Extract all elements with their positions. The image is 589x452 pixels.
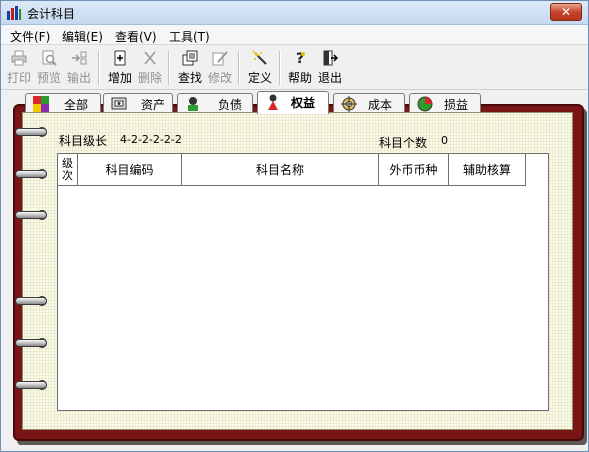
toolbar: 打印 预览 输出 增加 删除 查找 修改 定义 ? 帮助 退出 (1, 46, 588, 90)
print-label: 打印 (6, 71, 31, 85)
tab-all-label: 全部 (64, 98, 89, 112)
column-header-currency[interactable]: 外币币种 (379, 154, 449, 185)
toolbar-separator (98, 51, 100, 85)
profit-loss-icon (417, 96, 433, 112)
menu-edit[interactable]: 编辑(E) (59, 27, 106, 46)
find-button[interactable]: 查找 (176, 49, 204, 87)
equity-icon (268, 94, 278, 110)
column-header-name[interactable]: 科目名称 (182, 154, 379, 185)
export-icon (72, 51, 87, 65)
binder-ring (15, 128, 47, 136)
menu-tools[interactable]: 工具(T) (166, 27, 213, 46)
help-icon: ? (296, 51, 305, 66)
delete-icon (144, 51, 156, 65)
print-button[interactable]: 打印 (5, 49, 33, 87)
printer-icon (11, 50, 27, 66)
add-icon (114, 50, 126, 66)
delete-button[interactable]: 删除 (136, 49, 164, 87)
toolbar-separator (279, 51, 281, 85)
tab-equity[interactable]: 权益 (257, 91, 329, 114)
define-button[interactable]: 定义 (246, 49, 274, 87)
tab-all[interactable]: 全部 (25, 93, 101, 113)
binder-ring (15, 297, 47, 305)
binder-ring (15, 381, 47, 389)
tab-profit-loss[interactable]: 损益 (409, 93, 481, 113)
all-icon (33, 96, 49, 112)
status-bar (1, 445, 588, 451)
preview-button[interactable]: 预览 (35, 49, 63, 87)
binder-ring (15, 170, 47, 178)
edit-icon (212, 51, 228, 66)
menu-file[interactable]: 文件(F) (7, 27, 53, 46)
table-header: 级次 科目编码 科目名称 外币币种 辅助核算 (58, 154, 526, 186)
edit-label: 修改 (207, 71, 232, 85)
tab-liabilities[interactable]: 负债 (177, 93, 253, 113)
find-icon (182, 50, 198, 66)
tab-assets[interactable]: 资产 (103, 93, 173, 113)
column-header-code[interactable]: 科目编码 (78, 154, 182, 185)
tab-cost-label: 成本 (368, 98, 393, 112)
export-button[interactable]: 输出 (65, 49, 93, 87)
delete-label: 删除 (137, 71, 162, 85)
help-label: 帮助 (287, 71, 312, 85)
binder-ring (15, 211, 47, 219)
add-label: 增加 (107, 71, 132, 85)
help-button[interactable]: ? 帮助 (286, 49, 314, 87)
window-title: 会计科目 (27, 7, 76, 21)
magic-wand-icon (252, 50, 267, 65)
exit-icon (323, 50, 338, 66)
app-icon (7, 6, 21, 20)
column-header-auxiliary[interactable]: 辅助核算 (449, 154, 526, 185)
menu-bar: 文件(F) 编辑(E) 查看(V) 工具(T) (1, 25, 588, 45)
accounts-table[interactable]: 级次 科目编码 科目名称 外币币种 辅助核算 (57, 153, 549, 411)
tab-equity-label: 权益 (291, 96, 316, 110)
close-button[interactable]: ✕ (550, 3, 582, 21)
export-label: 输出 (66, 71, 91, 85)
toolbar-separator (238, 51, 240, 85)
assets-icon (111, 97, 127, 110)
toolbar-separator (168, 51, 170, 85)
tab-liabilities-label: 负债 (218, 98, 243, 112)
account-count-label: 科目个数 (379, 136, 428, 150)
column-header-level-label: 级次 (62, 156, 73, 182)
column-header-level[interactable]: 级次 (58, 154, 78, 185)
define-label: 定义 (247, 71, 272, 85)
add-button[interactable]: 增加 (106, 49, 134, 87)
tab-assets-label: 资产 (141, 98, 166, 112)
menu-view[interactable]: 查看(V) (112, 27, 160, 46)
preview-icon (42, 50, 57, 66)
binder-ring (15, 339, 47, 347)
tab-profit-loss-label: 损益 (444, 98, 469, 112)
find-label: 查找 (177, 71, 202, 85)
preview-label: 预览 (36, 71, 61, 85)
cost-icon (341, 96, 357, 112)
edit-button[interactable]: 修改 (206, 49, 234, 87)
main-window: 会计科目 ✕ 文件(F) 编辑(E) 查看(V) 工具(T) 打印 预览 输出 … (0, 0, 589, 452)
exit-label: 退出 (317, 71, 342, 85)
level-length-value: 4-2-2-2-2-2 (120, 133, 182, 146)
exit-button[interactable]: 退出 (316, 49, 344, 87)
level-length-label: 科目级长 (59, 134, 108, 148)
tab-cost[interactable]: 成本 (333, 93, 405, 113)
title-bar[interactable]: 会计科目 ✕ (1, 1, 588, 25)
liabilities-icon (188, 97, 198, 111)
account-count-value: 0 (441, 134, 448, 147)
